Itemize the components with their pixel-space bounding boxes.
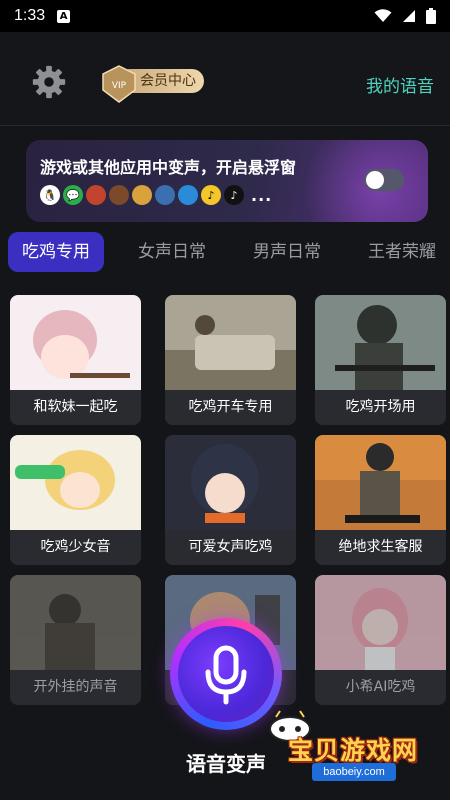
card-label: 可爱女声吃鸡 — [165, 530, 296, 565]
card-thumbnail — [10, 435, 141, 530]
voice-card[interactable]: 开外挂的声音 — [10, 575, 141, 705]
card-label: 吃鸡开车专用 — [165, 390, 296, 425]
app-icon-row: 🐧 💬 ♪ ♪ ... — [40, 185, 272, 205]
card-label: 吃鸡少女音 — [10, 530, 141, 565]
svg-text:VIP: VIP — [112, 81, 127, 91]
game-icon — [86, 185, 106, 205]
douyin-icon: ♪ — [224, 185, 244, 205]
voice-card[interactable]: 小希AI吃鸡 — [315, 575, 446, 705]
game-icon — [109, 185, 129, 205]
game-icon — [132, 185, 152, 205]
card-label: 和软妹一起吃 — [10, 390, 141, 425]
wifi-icon — [374, 9, 392, 22]
game-icon — [155, 185, 175, 205]
wechat-icon: 💬 — [63, 185, 83, 205]
my-voice-link[interactable]: 我的语音 — [366, 72, 434, 97]
tab-male-daily[interactable]: 男声日常 — [253, 232, 321, 272]
voice-card[interactable]: 吃鸡开车专用 — [165, 295, 296, 425]
gear-icon[interactable] — [30, 63, 68, 101]
voice-card[interactable]: 吃鸡少女音 — [10, 435, 141, 565]
status-bar: 1:33 A — [0, 0, 450, 32]
card-thumbnail — [165, 295, 296, 390]
voice-card[interactable]: 吃鸡开场用 — [315, 295, 446, 425]
card-thumbnail — [165, 435, 296, 530]
qq-music-icon: ♪ — [201, 185, 221, 205]
more-apps-ellipsis: ... — [251, 185, 273, 205]
vip-center-button[interactable]: 会员中心 VIP — [100, 64, 204, 103]
status-icons — [374, 8, 436, 24]
floating-window-toggle[interactable] — [364, 169, 404, 191]
notification-a-icon: A — [57, 9, 71, 23]
watermark-text: 宝贝游戏网 — [288, 736, 419, 765]
vip-shield-icon: VIP — [102, 65, 136, 103]
card-thumbnail — [10, 575, 141, 670]
signal-icon — [403, 10, 415, 22]
card-label: 开外挂的声音 — [10, 670, 141, 705]
app-header: 会员中心 VIP 我的语音 — [0, 32, 450, 126]
microphone-icon — [205, 645, 247, 705]
card-label: 小希AI吃鸡 — [315, 670, 446, 705]
floating-window-banner[interactable]: 游戏或其他应用中变声，开启悬浮窗 🐧 💬 ♪ ♪ ... — [26, 140, 428, 222]
card-label: 绝地求生客服 — [315, 530, 446, 565]
tab-female-daily[interactable]: 女声日常 — [138, 232, 206, 272]
watermark-url: baobeiy.com — [312, 763, 396, 781]
category-tabs: 吃鸡专用 女声日常 男声日常 王者荣耀 — [0, 232, 450, 272]
card-label: 吃鸡开场用 — [315, 390, 446, 425]
banner-glow — [298, 140, 428, 222]
game-icon — [178, 185, 198, 205]
site-watermark: 宝贝游戏网 baobeiy.com — [262, 705, 422, 785]
voice-card[interactable]: 绝地求生客服 — [315, 435, 446, 565]
voice-card[interactable]: 和软妹一起吃 — [10, 295, 141, 425]
tab-chiji[interactable]: 吃鸡专用 — [8, 232, 104, 272]
toggle-knob — [366, 171, 384, 189]
card-thumbnail — [315, 575, 446, 670]
mic-button-inner — [178, 626, 274, 722]
battery-icon — [426, 8, 436, 24]
card-thumbnail — [315, 435, 446, 530]
banner-title: 游戏或其他应用中变声，开启悬浮窗 — [40, 158, 297, 177]
voice-card[interactable]: 可爱女声吃鸡 — [165, 435, 296, 565]
card-thumbnail — [10, 295, 141, 390]
tab-honor-of-kings[interactable]: 王者荣耀 — [368, 232, 436, 272]
card-thumbnail — [315, 295, 446, 390]
qq-icon: 🐧 — [40, 185, 60, 205]
status-time: 1:33 — [14, 7, 46, 24]
